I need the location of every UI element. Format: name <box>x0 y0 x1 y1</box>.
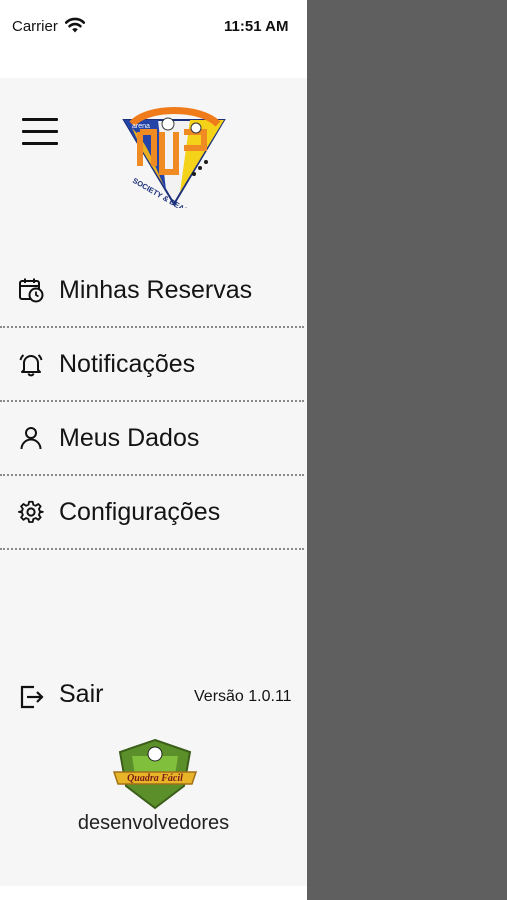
hamburger-icon[interactable] <box>22 118 58 148</box>
logout-button[interactable]: Sair <box>0 676 200 716</box>
drawer-backdrop-overlay[interactable] <box>307 0 507 900</box>
user-icon <box>20 427 42 450</box>
status-bar: Carrier 11:51 AM <box>0 0 307 78</box>
navigation-drawer: Carrier 11:51 AM arena SOCIETY & BEACH S… <box>0 0 307 900</box>
quadra-facil-logo: Quadra Fácil <box>112 738 198 810</box>
drawer-menu: Minhas Reservas Notificações Meus Dados <box>0 254 304 550</box>
logout-label: Sair <box>59 680 104 708</box>
menu-item-configuracoes[interactable]: Configurações <box>0 476 304 550</box>
logout-icon <box>20 685 44 709</box>
calendar-clock-icon <box>19 278 44 303</box>
menu-item-label: Notificações <box>59 349 196 378</box>
menu-item-label: Configurações <box>59 497 221 526</box>
arena-logo: arena SOCIETY & BEACH SPORTS <box>122 107 226 208</box>
menu-item-notificacoes[interactable]: Notificações <box>0 328 304 402</box>
menu-item-minhas-reservas[interactable]: Minhas Reservas <box>0 254 304 328</box>
clock: 11:51 AM <box>224 18 289 35</box>
menu-item-label: Meus Dados <box>59 423 200 452</box>
menu-item-label: Minhas Reservas <box>59 275 253 304</box>
app-version: Versão 1.0.11 <box>194 688 292 705</box>
menu-item-meus-dados[interactable]: Meus Dados <box>0 402 304 476</box>
dev-logo-text: Quadra Fácil <box>127 773 183 784</box>
bell-icon <box>19 354 43 377</box>
bottom-bar <box>0 886 307 900</box>
wifi-icon <box>64 17 86 33</box>
developers-label: desenvolvedores <box>77 812 230 834</box>
carrier-label: Carrier <box>12 18 58 35</box>
gear-icon <box>18 500 44 523</box>
logo-top-text: arena <box>132 123 150 130</box>
